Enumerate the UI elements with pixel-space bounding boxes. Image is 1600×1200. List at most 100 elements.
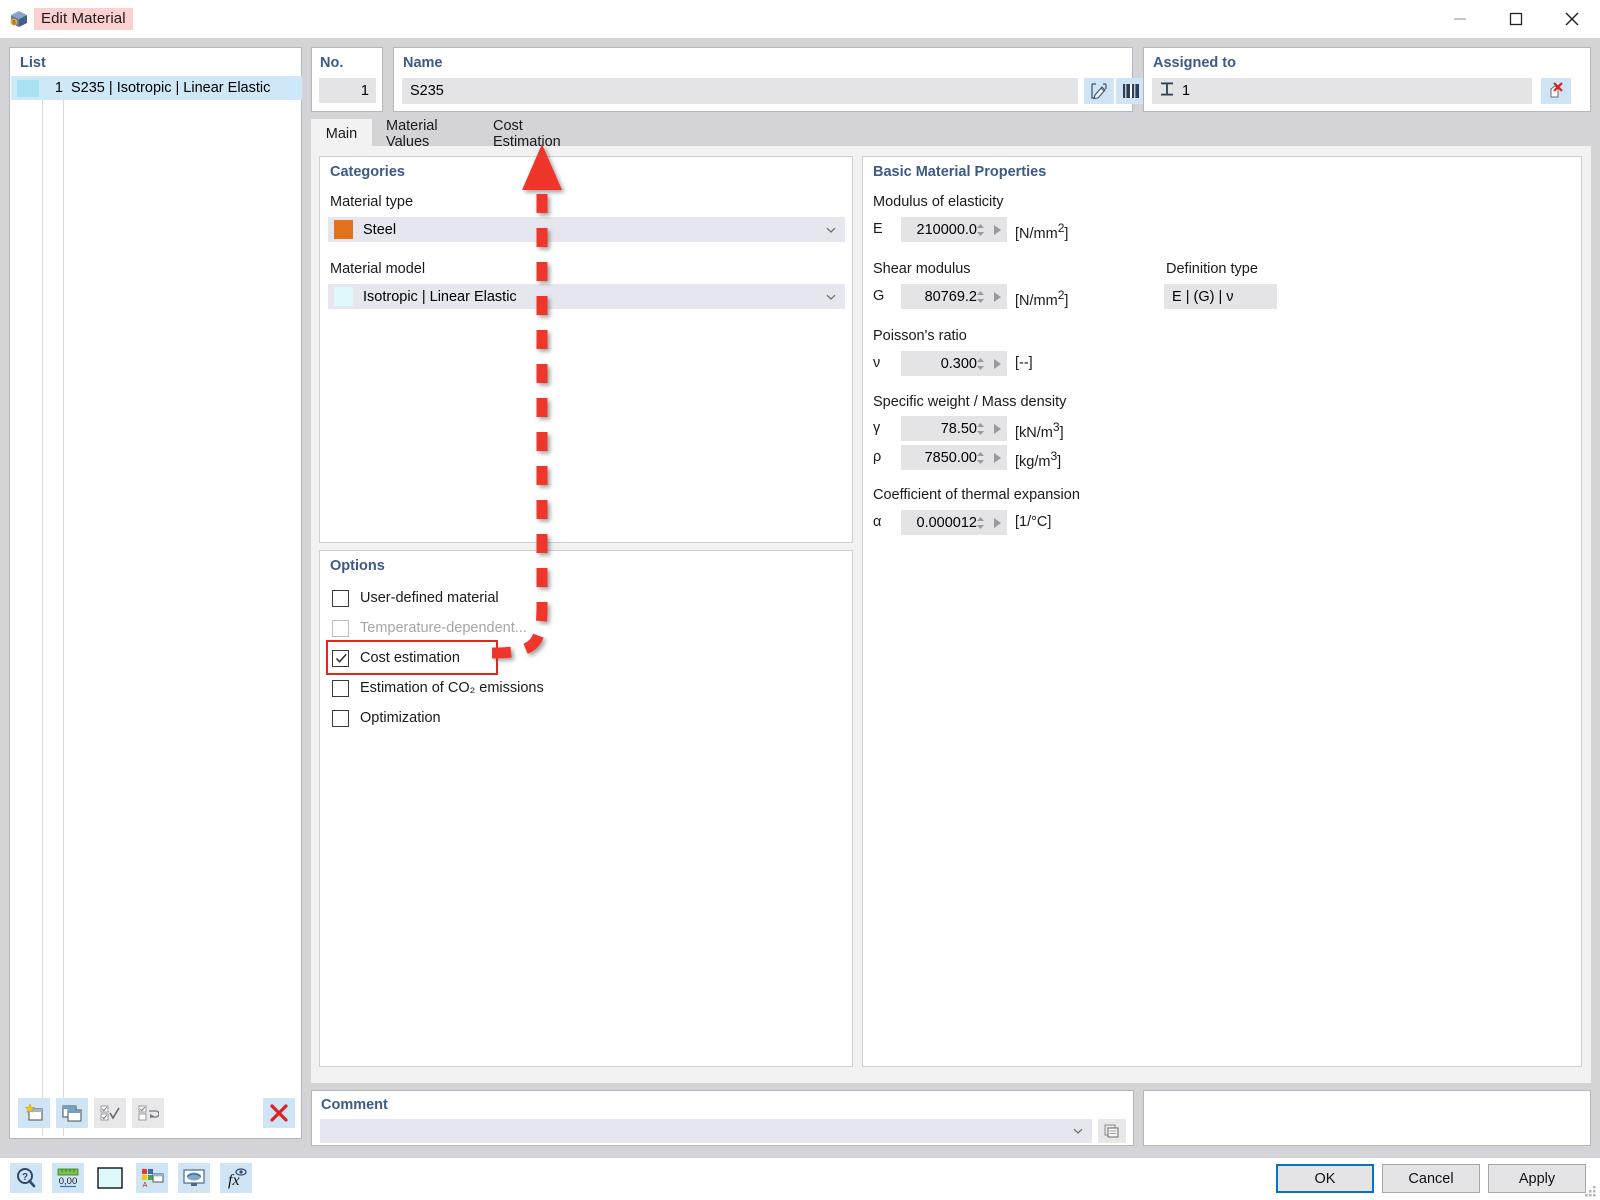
checkbox-user-defined-material[interactable] [332, 590, 349, 607]
invert-selection-button[interactable] [132, 1098, 164, 1128]
spinner-arrows-icon[interactable] [976, 421, 985, 437]
apply-button[interactable]: Apply [1488, 1164, 1586, 1193]
comment-copy-button[interactable] [1098, 1119, 1126, 1143]
gamma-symbol: γ [873, 420, 880, 436]
specific-weight-input[interactable]: 78.50 [901, 416, 1007, 441]
list-item-label: S235 | Isotropic | Linear Elastic [71, 80, 270, 96]
edit-material-dialog: 6 Edit Material List 1 S235 | Is [0, 0, 1600, 1200]
rho-unit: [kg/m3] [1015, 449, 1061, 470]
checkbox-optimization[interactable] [332, 710, 349, 727]
comment-label: Comment [321, 1097, 388, 1113]
edit-name-button[interactable] [1084, 78, 1114, 104]
number-field[interactable]: 1 [319, 78, 376, 103]
categories-panel: Categories Material type Steel Material … [319, 156, 853, 543]
delete-material-button[interactable] [263, 1098, 295, 1128]
dialog-body: List 1 S235 | Isotropic | Linear Elastic [0, 38, 1600, 1158]
thermal-expansion-label: Coefficient of thermal expansion [873, 487, 1080, 503]
copy-material-button[interactable] [56, 1098, 88, 1128]
remove-assignment-button[interactable] [1541, 78, 1571, 104]
list-toolbar [18, 1096, 295, 1130]
spinner-play-icon[interactable] [994, 518, 1001, 528]
comment-panel: Comment [311, 1090, 1134, 1146]
list-panel-title: List [20, 55, 46, 71]
help-button[interactable]: ? [10, 1163, 42, 1193]
material-model-combo[interactable]: Isotropic | Linear Elastic [328, 284, 845, 309]
name-input[interactable]: S235 [402, 78, 1078, 104]
assigned-to-field[interactable]: 1 [1152, 78, 1532, 104]
color-swatch-button[interactable] [94, 1163, 126, 1193]
assigned-to-panel: Assigned to 1 [1143, 47, 1591, 112]
material-color-swatch [17, 80, 39, 97]
window-title: Edit Material [34, 8, 133, 30]
thermal-expansion-input[interactable]: 0.000012 [901, 510, 1007, 535]
cost-estimation-highlight-box [326, 640, 498, 675]
window-controls [1432, 0, 1600, 38]
modulus-unit: [N/mm2] [1015, 221, 1068, 242]
spinner-arrows-icon[interactable] [976, 515, 985, 531]
tab-bar: Main Material Values Cost Estimation [311, 119, 1591, 148]
spinner-play-icon[interactable] [994, 424, 1001, 434]
checkbox-co2-emissions[interactable] [332, 680, 349, 697]
material-library-button[interactable] [1116, 78, 1146, 104]
assigned-to-value: 1 [1182, 83, 1190, 99]
option-co2-emissions[interactable]: Estimation of CO₂ emissions [332, 677, 544, 699]
spinner-arrows-icon[interactable] [976, 289, 985, 305]
cancel-button[interactable]: Cancel [1382, 1164, 1480, 1193]
spinner-arrows-icon[interactable] [976, 450, 985, 466]
list-column-divider-1 [42, 100, 43, 1136]
ok-button[interactable]: OK [1276, 1164, 1374, 1193]
new-material-button[interactable] [18, 1098, 50, 1128]
material-list-panel: List 1 S235 | Isotropic | Linear Elastic [9, 47, 302, 1139]
material-cube-icon: 6 [8, 8, 30, 30]
material-type-value: Steel [363, 222, 396, 238]
material-type-combo[interactable]: Steel [328, 217, 845, 242]
spinner-arrows-icon[interactable] [976, 222, 985, 238]
definition-type-field[interactable]: E | (G) | ν [1164, 284, 1277, 309]
option-label: User-defined material [360, 590, 499, 606]
chevron-down-icon[interactable] [1072, 1125, 1084, 1137]
display-properties-button[interactable]: A [136, 1163, 168, 1193]
modulus-of-elasticity-label: Modulus of elasticity [873, 194, 1004, 210]
checkbox-temperature-dependent [332, 620, 349, 637]
mass-density-input[interactable]: 7850.00 [901, 445, 1007, 470]
list-item[interactable]: 1 S235 | Isotropic | Linear Elastic [11, 76, 302, 100]
shear-modulus-input[interactable]: 80769.2 [901, 284, 1007, 309]
basic-properties-title: Basic Material Properties [873, 164, 1046, 180]
close-button[interactable] [1544, 0, 1600, 38]
dialog-action-buttons: OK Cancel Apply [1276, 1164, 1586, 1193]
basic-material-properties-panel: Basic Material Properties Modulus of ela… [862, 156, 1582, 1067]
spinner-play-icon[interactable] [994, 292, 1001, 302]
categories-title: Categories [330, 164, 405, 180]
option-label: Estimation of CO₂ emissions [360, 680, 544, 696]
spinner-arrows-icon[interactable] [976, 356, 985, 372]
spinner-play-icon[interactable] [994, 225, 1001, 235]
poissons-ratio-input[interactable]: 0.300 [901, 351, 1007, 376]
tab-main[interactable]: Main [311, 119, 372, 148]
option-user-defined-material[interactable]: User-defined material [332, 587, 499, 609]
select-all-button[interactable] [94, 1098, 126, 1128]
resize-grip[interactable] [1583, 1184, 1597, 1198]
footer-bar: ? 0,00 [0, 1158, 1600, 1200]
spinner-play-icon[interactable] [994, 453, 1001, 463]
svg-text:A: A [143, 1182, 148, 1189]
tab-cost-estimation[interactable]: Cost Estimation [479, 119, 588, 148]
option-optimization[interactable]: Optimization [332, 707, 441, 729]
gamma-unit: [kN/m3] [1015, 420, 1064, 441]
units-button[interactable]: 0,00 [52, 1163, 84, 1193]
comment-input[interactable] [320, 1119, 1092, 1143]
tab-material-values[interactable]: Material Values [372, 119, 479, 148]
list-column-divider-2 [63, 100, 64, 1136]
maximize-button[interactable] [1488, 0, 1544, 38]
i-beam-icon [1160, 81, 1174, 101]
formula-button[interactable]: fx [220, 1163, 252, 1193]
list-item-number: 1 [47, 80, 63, 96]
minimize-button[interactable] [1432, 0, 1488, 38]
main-tab-pane: Categories Material type Steel Material … [311, 148, 1591, 1083]
visual-settings-button[interactable] [178, 1163, 210, 1193]
specific-weight-label: Specific weight / Mass density [873, 394, 1066, 410]
modulus-of-elasticity-input[interactable]: 210000.0 [901, 217, 1007, 242]
spinner-play-icon[interactable] [994, 359, 1001, 369]
option-label: Temperature-dependent... [360, 620, 527, 636]
title-bar: 6 Edit Material [0, 0, 1600, 38]
options-panel: Options User-defined material Temperatur… [319, 550, 853, 1067]
